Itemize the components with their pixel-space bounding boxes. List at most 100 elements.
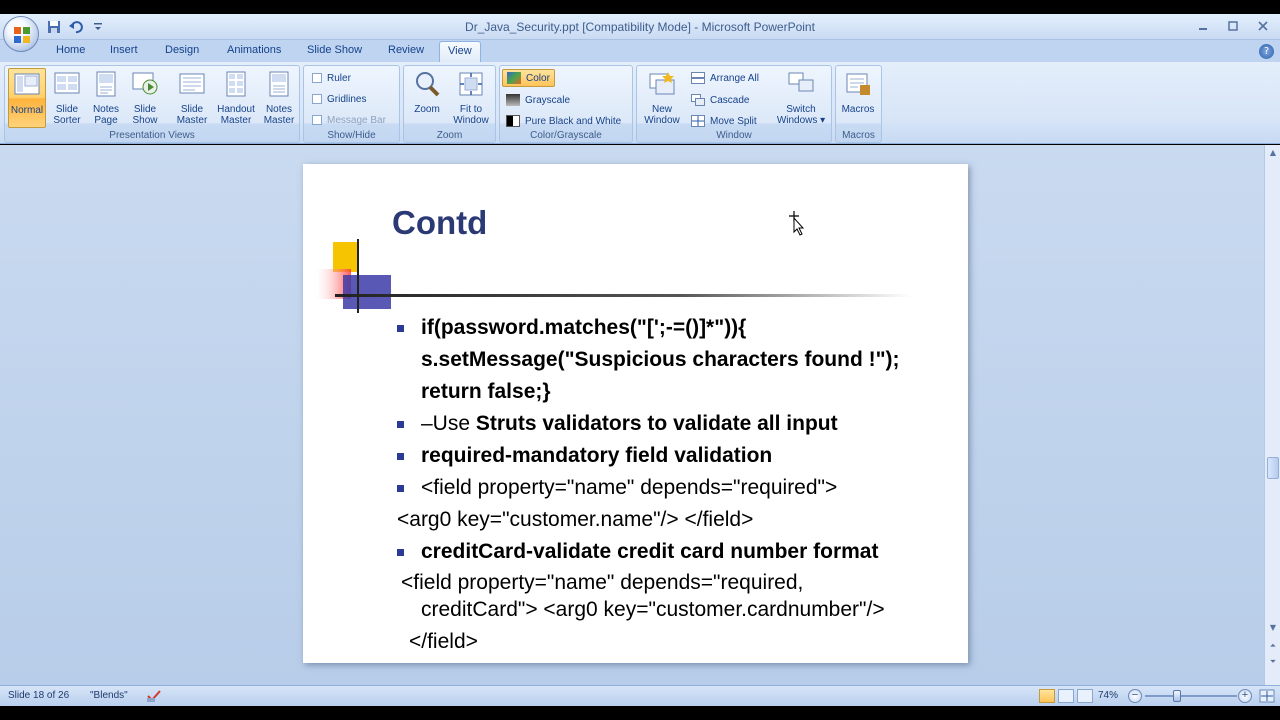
gridlines-checkbox-box[interactable] <box>312 94 322 104</box>
handout-master-icon <box>226 71 246 97</box>
zoom-button[interactable]: Zoom <box>408 68 446 128</box>
scrollbar-thumb[interactable] <box>1267 457 1279 479</box>
zoom-group: Zoom Fit to Window Zoom <box>403 65 496 143</box>
slide-text-line[interactable]: if(password.matches("[';-=()]*")){ <box>421 312 746 344</box>
office-button[interactable] <box>3 16 39 52</box>
title-decoration <box>313 239 911 313</box>
slide-canvas[interactable]: Contd if(password.matches("[';-=()]*")){… <box>303 164 968 663</box>
slide-text-line[interactable]: return false;} <box>421 376 551 408</box>
scroll-up-icon[interactable]: ▲ <box>1268 148 1278 158</box>
presentation-views-label: Presentation Views <box>109 130 195 141</box>
normal-view-status-button[interactable] <box>1039 689 1055 703</box>
pure-black-white-button[interactable]: Pure Black and White <box>502 112 625 130</box>
fit-to-window-button[interactable]: Fit to Window <box>450 68 492 128</box>
bullet-marker <box>397 421 404 428</box>
color-grayscale-label: Color/Grayscale <box>530 130 602 141</box>
arrange-all-icon <box>691 72 705 84</box>
minimize-icon[interactable] <box>1192 17 1214 35</box>
slide-text-line[interactable]: creditCard-validate credit card number f… <box>421 536 878 568</box>
new-window-button[interactable]: New Window <box>640 68 684 128</box>
status-bar: Slide 18 of 26 "Blends" 74% − + <box>0 685 1280 706</box>
zoom-slider-thumb[interactable] <box>1172 690 1181 702</box>
window-controls <box>1192 17 1274 35</box>
switch-windows-button[interactable]: Switch Windows ▾ <box>773 68 829 128</box>
slide-text-line[interactable]: s.setMessage("Suspicious characters foun… <box>421 344 900 376</box>
scroll-down-icon[interactable]: ▼ <box>1268 623 1278 633</box>
notes-master-icon <box>269 71 289 97</box>
gridlines-checkbox[interactable]: Gridlines <box>312 91 366 107</box>
slide-show-button[interactable]: Slide Show <box>126 68 164 128</box>
slide-text-plain: –Use <box>421 412 476 435</box>
tab-insert[interactable]: Insert <box>110 44 138 56</box>
grayscale-button[interactable]: Grayscale <box>502 91 574 109</box>
new-window-icon <box>649 72 675 95</box>
slide-title[interactable]: Contd <box>392 204 487 242</box>
cascade-icon <box>691 94 705 106</box>
tab-animations[interactable]: Animations <box>227 44 281 56</box>
slide-sorter-button[interactable]: Slide Sorter <box>48 68 86 128</box>
handout-master-button[interactable]: Handout Master <box>214 68 258 128</box>
tab-view[interactable]: View <box>439 41 481 63</box>
zoom-slider-track[interactable] <box>1145 695 1237 697</box>
slide-master-icon <box>179 73 205 94</box>
slide-text-line[interactable]: <arg0 key="customer.name"/> </field> <box>397 504 753 536</box>
slide-show-status-button[interactable] <box>1077 689 1093 703</box>
magnifier-icon <box>416 72 440 97</box>
slide-text-line[interactable]: required-mandatory field validation <box>421 440 772 472</box>
move-split-button[interactable]: Move Split <box>687 112 761 130</box>
macros-group: Macros Macros <box>835 65 882 143</box>
zoom-out-icon[interactable]: − <box>1128 689 1142 703</box>
previous-slide-icon[interactable]: ⏶ <box>1268 641 1278 651</box>
vertical-scrollbar[interactable]: ▲ ▼ ⏶ ⏷ <box>1264 145 1280 685</box>
macros-button[interactable]: Macros <box>839 68 877 128</box>
notes-page-button[interactable]: Notes Page <box>87 68 125 128</box>
switch-windows-icon <box>788 72 814 92</box>
arrange-all-button[interactable]: Arrange All <box>687 69 763 87</box>
bullet-marker <box>397 485 404 492</box>
slide-master-button[interactable]: Slide Master <box>173 68 211 128</box>
window-group-label: Window <box>716 130 752 141</box>
move-cursor-icon <box>789 211 805 236</box>
help-icon[interactable]: ? <box>1259 44 1274 59</box>
spelling-check-icon[interactable] <box>146 689 162 703</box>
show-hide-group: Ruler Gridlines Message Bar Show/Hide <box>303 65 400 143</box>
normal-view-icon <box>14 73 40 95</box>
ruler-checkbox-box[interactable] <box>312 73 322 83</box>
normal-view-button[interactable]: Normal <box>8 68 46 128</box>
ribbon-tabs: Home Insert Design Animations Slide Show… <box>0 40 1280 63</box>
fit-to-window-icon <box>459 72 483 96</box>
zoom-in-icon[interactable]: + <box>1238 689 1252 703</box>
slide-text-line[interactable]: </field> <box>409 626 478 658</box>
slide-sorter-icon <box>54 72 80 94</box>
tab-design[interactable]: Design <box>165 44 199 56</box>
close-icon[interactable] <box>1252 17 1274 35</box>
slide-text-line[interactable]: creditCard"> <arg0 key="customer.cardnum… <box>421 594 885 626</box>
bullet-marker <box>397 453 404 460</box>
macros-icon <box>846 73 870 95</box>
black-white-swatch-icon <box>506 115 520 127</box>
color-swatch-icon <box>507 72 521 84</box>
next-slide-icon[interactable]: ⏷ <box>1268 657 1278 667</box>
window-title: Dr_Java_Security.ppt [Compatibility Mode… <box>465 20 815 34</box>
maximize-icon[interactable] <box>1222 17 1244 35</box>
window-group: New Window Arrange All Cascade Move Spli… <box>636 65 832 143</box>
notes-page-icon <box>96 71 116 97</box>
cascade-button[interactable]: Cascade <box>687 91 753 109</box>
fit-slide-icon[interactable] <box>1259 689 1275 703</box>
bullet-marker <box>397 549 404 556</box>
slide-text-line[interactable]: <field property="name" depends="required… <box>421 472 837 504</box>
zoom-group-label: Zoom <box>436 130 463 141</box>
macros-group-label: Macros <box>842 130 875 141</box>
ruler-checkbox[interactable]: Ruler <box>312 70 351 86</box>
color-button[interactable]: Color <box>502 69 555 87</box>
message-bar-checkbox-box <box>312 115 322 125</box>
tab-slide-show[interactable]: Slide Show <box>307 44 362 56</box>
tab-home[interactable]: Home <box>56 44 85 56</box>
message-bar-checkbox: Message Bar <box>312 112 386 128</box>
office-logo-icon <box>14 27 30 43</box>
slide-sorter-status-button[interactable] <box>1058 689 1074 703</box>
zoom-level[interactable]: 74% <box>1098 690 1118 701</box>
slide-text-line[interactable]: –Use Struts validators to validate all i… <box>421 408 838 440</box>
notes-master-button[interactable]: Notes Master <box>260 68 298 128</box>
tab-review[interactable]: Review <box>388 44 424 56</box>
